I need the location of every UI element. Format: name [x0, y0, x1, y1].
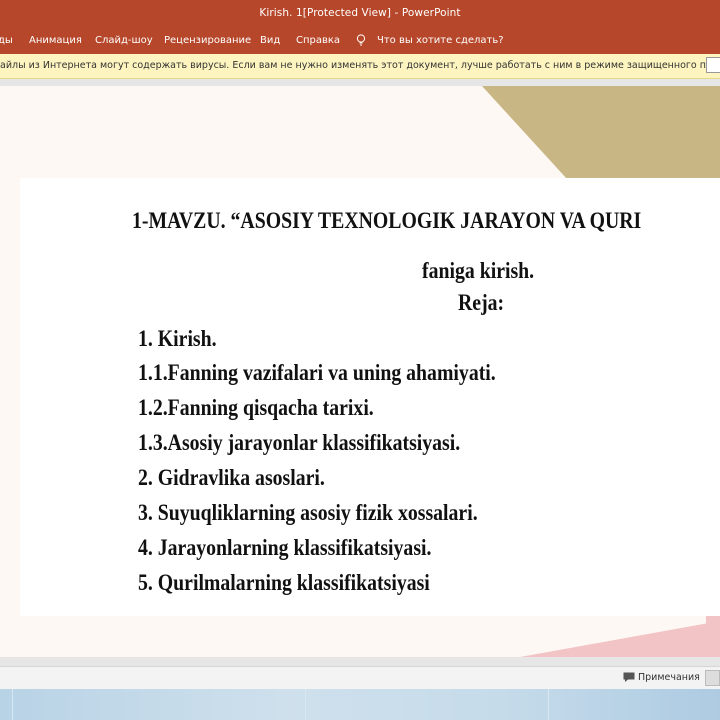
slide-subtitle: faniga kirish.: [422, 258, 535, 283]
list-item: 5. Qurilmalarning klassifikatsiyasi: [138, 570, 430, 595]
slide-title: 1-MAVZU. “ASOSIY TEXNOLOGIK JARAYON VA Q…: [132, 208, 642, 233]
tab-slideshow[interactable]: Слайд-шоу: [95, 35, 153, 46]
slide-canvas[interactable]: 1-MAVZU. “ASOSIY TEXNOLOGIK JARAYON VA Q…: [0, 86, 720, 657]
status-bar: Примечания: [0, 666, 720, 689]
title-bar: Kirish. 1[Protected View] - PowerPoint: [0, 0, 720, 28]
list-item: 1.1.Fanning vazifalari va uning ahamiyat…: [138, 360, 496, 385]
list-item: 1. Kirish.: [138, 326, 217, 351]
normal-view-button[interactable]: [705, 670, 720, 686]
protected-view-message: айлы из Интернета могут содержать вирусы…: [0, 60, 720, 71]
taskbar-separator: [548, 689, 549, 720]
protected-view-bar: айлы из Интернета могут содержать вирусы…: [0, 54, 720, 79]
tab-review[interactable]: Рецензирование: [164, 35, 251, 46]
taskbar-strip: [0, 689, 720, 720]
tab-view[interactable]: Вид: [260, 35, 280, 46]
tab-help[interactable]: Справка: [296, 35, 340, 46]
ribbon-tabs: ды Анимация Слайд-шоу Рецензирование Вид…: [0, 28, 720, 54]
content-placeholder[interactable]: 1-MAVZU. “ASOSIY TEXNOLOGIK JARAYON VA Q…: [20, 178, 720, 616]
list-item: 4. Jarayonlarning klassifikatsiyasi.: [138, 535, 432, 560]
list-item: 3. Suyuqliklarning asosiy fizik xossalar…: [138, 500, 478, 525]
tell-me-search[interactable]: Что вы хотите сделать?: [377, 35, 504, 46]
notes-icon: [623, 672, 635, 682]
list-item: 2. Gidravlika asoslari.: [138, 465, 325, 490]
notes-button[interactable]: Примечания: [638, 672, 700, 683]
taskbar-separator: [12, 689, 13, 720]
taskbar-separator: [305, 689, 306, 720]
workspace-bottom-gap: [0, 657, 720, 666]
window-title: Kirish. 1[Protected View] - PowerPoint: [259, 7, 461, 19]
enable-editing-button[interactable]: [706, 57, 720, 73]
list-item: 1.2.Fanning qisqacha tarixi.: [138, 395, 374, 420]
tab-animation[interactable]: Анимация: [29, 35, 82, 46]
tab-design[interactable]: ды: [0, 35, 13, 46]
lightbulb-icon[interactable]: [356, 34, 366, 46]
list-item: 1.3.Asosiy jarayonlar klassifikatsiyasi.: [138, 430, 461, 455]
plan-heading: Reja:: [458, 290, 505, 315]
